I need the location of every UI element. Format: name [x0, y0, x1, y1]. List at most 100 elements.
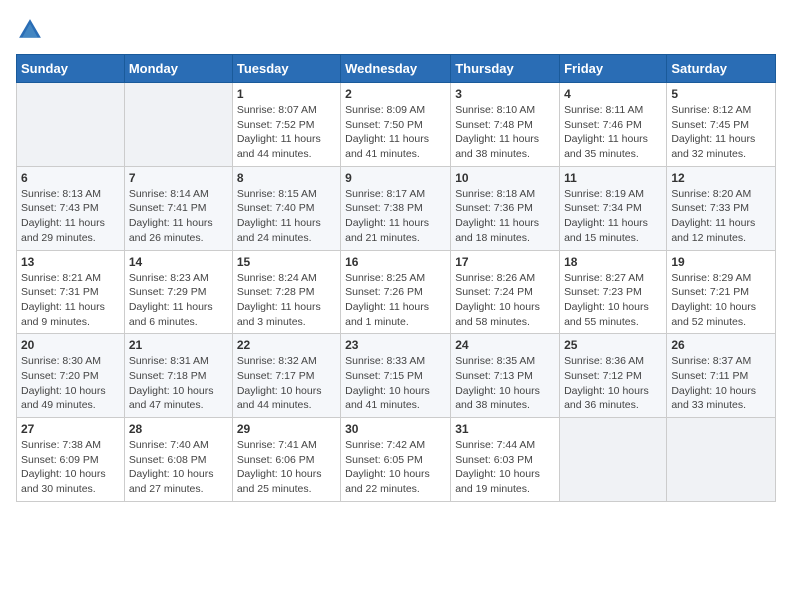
day-content: Sunrise: 8:20 AM Sunset: 7:33 PM Dayligh…	[671, 187, 771, 246]
calendar-cell: 31 Sunrise: 7:44 AM Sunset: 6:03 PM Dayli…	[451, 418, 560, 502]
day-number: 16	[345, 255, 446, 269]
day-number: 28	[129, 422, 228, 436]
calendar-cell: 21 Sunrise: 8:31 AM Sunset: 7:18 PM Dayli…	[124, 334, 232, 418]
day-content: Sunrise: 8:09 AM Sunset: 7:50 PM Dayligh…	[345, 103, 446, 162]
day-number: 8	[237, 171, 336, 185]
day-number: 29	[237, 422, 336, 436]
calendar-cell	[560, 418, 667, 502]
calendar-cell: 5 Sunrise: 8:12 AM Sunset: 7:45 PM Daylig…	[667, 83, 776, 167]
day-content: Sunrise: 8:10 AM Sunset: 7:48 PM Dayligh…	[455, 103, 555, 162]
day-number: 31	[455, 422, 555, 436]
day-number: 4	[564, 87, 662, 101]
calendar-cell: 23Sunrise: 8:33 AM Sunset: 7:15 PM Dayli…	[341, 334, 451, 418]
day-content: Sunrise: 8:19 AM Sunset: 7:34 PM Dayligh…	[564, 187, 662, 246]
day-number: 17	[455, 255, 555, 269]
day-number: 5	[671, 87, 771, 101]
weekday-header-thursday: Thursday	[451, 55, 560, 83]
day-number: 27	[21, 422, 120, 436]
calendar-cell: 4 Sunrise: 8:11 AM Sunset: 7:46 PM Daylig…	[560, 83, 667, 167]
day-number: 14	[129, 255, 228, 269]
day-number: 10	[455, 171, 555, 185]
calendar-cell: 19 Sunrise: 8:29 AM Sunset: 7:21 PM Dayli…	[667, 250, 776, 334]
day-content: Sunrise: 8:21 AM Sunset: 7:31 PM Dayligh…	[21, 271, 120, 330]
calendar-cell	[667, 418, 776, 502]
day-number: 23	[345, 338, 446, 352]
calendar-cell: 7 Sunrise: 8:14 AM Sunset: 7:41 PM Daylig…	[124, 166, 232, 250]
calendar-cell: 24 Sunrise: 8:35 AM Sunset: 7:13 PM Dayli…	[451, 334, 560, 418]
day-content: Sunrise: 7:40 AM Sunset: 6:08 PM Dayligh…	[129, 438, 228, 497]
day-number: 9	[345, 171, 446, 185]
calendar-cell: 30Sunrise: 7:42 AM Sunset: 6:05 PM Dayli…	[341, 418, 451, 502]
logo-icon	[16, 16, 44, 44]
day-number: 2	[345, 87, 446, 101]
day-number: 25	[564, 338, 662, 352]
calendar-cell: 14 Sunrise: 8:23 AM Sunset: 7:29 PM Dayli…	[124, 250, 232, 334]
day-content: Sunrise: 8:07 AM Sunset: 7:52 PM Dayligh…	[237, 103, 336, 162]
weekday-header-saturday: Saturday	[667, 55, 776, 83]
day-content: Sunrise: 8:32 AM Sunset: 7:17 PM Dayligh…	[237, 354, 336, 413]
day-content: Sunrise: 8:23 AM Sunset: 7:29 PM Dayligh…	[129, 271, 228, 330]
day-number: 22	[237, 338, 336, 352]
calendar-cell: 15 Sunrise: 8:24 AM Sunset: 7:28 PM Dayli…	[232, 250, 340, 334]
calendar-cell: 25 Sunrise: 8:36 AM Sunset: 7:12 PM Dayli…	[560, 334, 667, 418]
calendar-cell: 29 Sunrise: 7:41 AM Sunset: 6:06 PM Dayli…	[232, 418, 340, 502]
day-number: 20	[21, 338, 120, 352]
calendar-cell: 10 Sunrise: 8:18 AM Sunset: 7:36 PM Dayli…	[451, 166, 560, 250]
calendar-cell: 13 Sunrise: 8:21 AM Sunset: 7:31 PM Dayli…	[17, 250, 125, 334]
day-number: 6	[21, 171, 120, 185]
calendar-cell: 26 Sunrise: 8:37 AM Sunset: 7:11 PM Dayli…	[667, 334, 776, 418]
day-content: Sunrise: 8:37 AM Sunset: 7:11 PM Dayligh…	[671, 354, 771, 413]
day-content: Sunrise: 7:44 AM Sunset: 6:03 PM Dayligh…	[455, 438, 555, 497]
calendar-cell: 27Sunrise: 7:38 AM Sunset: 6:09 PM Dayli…	[17, 418, 125, 502]
weekday-header-tuesday: Tuesday	[232, 55, 340, 83]
calendar-cell: 16 Sunrise: 8:25 AM Sunset: 7:26 PM Dayli…	[341, 250, 451, 334]
calendar-cell	[124, 83, 232, 167]
day-content: Sunrise: 8:18 AM Sunset: 7:36 PM Dayligh…	[455, 187, 555, 246]
calendar-cell: 12 Sunrise: 8:20 AM Sunset: 7:33 PM Dayli…	[667, 166, 776, 250]
calendar-cell: 8 Sunrise: 8:15 AM Sunset: 7:40 PM Daylig…	[232, 166, 340, 250]
calendar-cell: 11 Sunrise: 8:19 AM Sunset: 7:34 PM Dayli…	[560, 166, 667, 250]
day-content: Sunrise: 8:15 AM Sunset: 7:40 PM Dayligh…	[237, 187, 336, 246]
weekday-header-monday: Monday	[124, 55, 232, 83]
day-content: Sunrise: 8:29 AM Sunset: 7:21 PM Dayligh…	[671, 271, 771, 330]
day-content: Sunrise: 8:25 AM Sunset: 7:26 PM Dayligh…	[345, 271, 446, 330]
weekday-header-friday: Friday	[560, 55, 667, 83]
calendar-table: SundayMondayTuesdayWednesdayThursdayFrid…	[16, 54, 776, 502]
day-content: Sunrise: 8:26 AM Sunset: 7:24 PM Dayligh…	[455, 271, 555, 330]
calendar-cell	[17, 83, 125, 167]
calendar-cell: 20 Sunrise: 8:30 AM Sunset: 7:20 PM Dayli…	[17, 334, 125, 418]
day-content: Sunrise: 8:36 AM Sunset: 7:12 PM Dayligh…	[564, 354, 662, 413]
calendar-cell: 1 Sunrise: 8:07 AM Sunset: 7:52 PM Daylig…	[232, 83, 340, 167]
day-content: Sunrise: 8:13 AM Sunset: 7:43 PM Dayligh…	[21, 187, 120, 246]
day-content: Sunrise: 8:12 AM Sunset: 7:45 PM Dayligh…	[671, 103, 771, 162]
calendar-cell: 28 Sunrise: 7:40 AM Sunset: 6:08 PM Dayli…	[124, 418, 232, 502]
day-content: Sunrise: 7:42 AM Sunset: 6:05 PM Dayligh…	[345, 438, 446, 497]
day-content: Sunrise: 8:27 AM Sunset: 7:23 PM Dayligh…	[564, 271, 662, 330]
day-content: Sunrise: 7:41 AM Sunset: 6:06 PM Dayligh…	[237, 438, 336, 497]
calendar-cell: 3 Sunrise: 8:10 AM Sunset: 7:48 PM Daylig…	[451, 83, 560, 167]
day-number: 24	[455, 338, 555, 352]
day-content: Sunrise: 8:14 AM Sunset: 7:41 PM Dayligh…	[129, 187, 228, 246]
day-number: 12	[671, 171, 771, 185]
calendar-cell: 2 Sunrise: 8:09 AM Sunset: 7:50 PM Daylig…	[341, 83, 451, 167]
weekday-header-wednesday: Wednesday	[341, 55, 451, 83]
calendar-cell: 17 Sunrise: 8:26 AM Sunset: 7:24 PM Dayli…	[451, 250, 560, 334]
day-content: Sunrise: 8:35 AM Sunset: 7:13 PM Dayligh…	[455, 354, 555, 413]
day-number: 19	[671, 255, 771, 269]
day-number: 7	[129, 171, 228, 185]
day-content: Sunrise: 8:17 AM Sunset: 7:38 PM Dayligh…	[345, 187, 446, 246]
day-content: Sunrise: 8:11 AM Sunset: 7:46 PM Dayligh…	[564, 103, 662, 162]
day-number: 13	[21, 255, 120, 269]
day-number: 18	[564, 255, 662, 269]
day-number: 15	[237, 255, 336, 269]
day-number: 21	[129, 338, 228, 352]
weekday-header-sunday: Sunday	[17, 55, 125, 83]
day-number: 26	[671, 338, 771, 352]
calendar-cell: 18 Sunrise: 8:27 AM Sunset: 7:23 PM Dayli…	[560, 250, 667, 334]
day-content: Sunrise: 8:31 AM Sunset: 7:18 PM Dayligh…	[129, 354, 228, 413]
day-content: Sunrise: 8:24 AM Sunset: 7:28 PM Dayligh…	[237, 271, 336, 330]
day-number: 1	[237, 87, 336, 101]
day-content: Sunrise: 8:30 AM Sunset: 7:20 PM Dayligh…	[21, 354, 120, 413]
day-number: 3	[455, 87, 555, 101]
day-number: 11	[564, 171, 662, 185]
